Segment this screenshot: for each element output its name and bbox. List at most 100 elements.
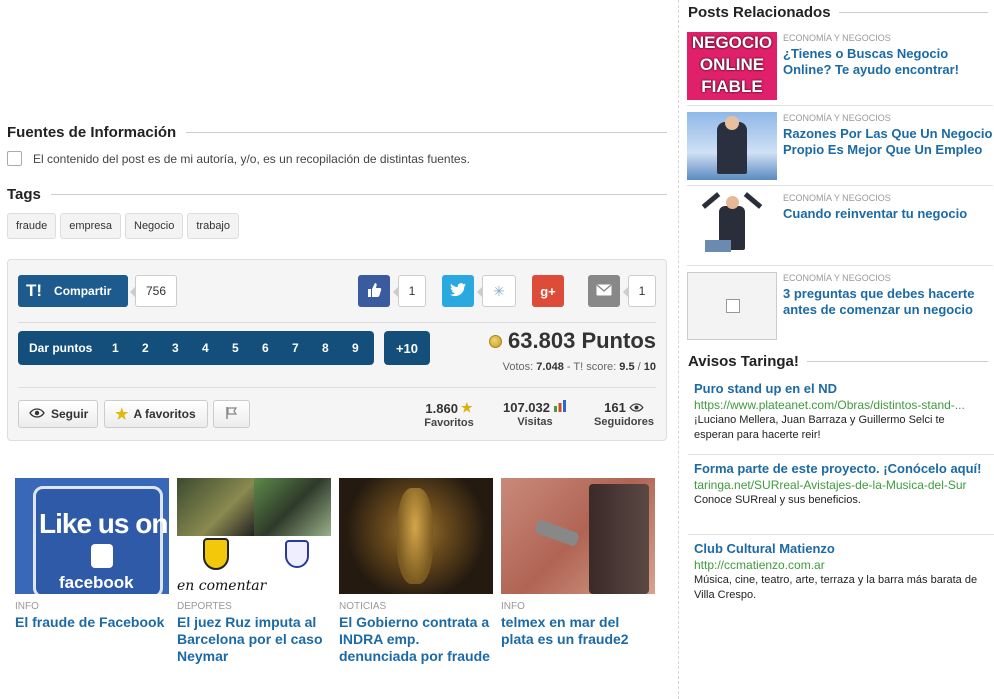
related-post-1[interactable]: NEGOCIO ONLINE FIABLE ECONOMÍA Y NEGOCIO… [687, 32, 993, 100]
ad-url[interactable]: http://ccmatienzo.com.ar [694, 558, 984, 572]
points-2-button[interactable]: 2 [130, 341, 160, 355]
points-7-button[interactable]: 7 [280, 341, 310, 355]
email-share-button[interactable] [588, 275, 620, 307]
follow-button[interactable]: Seguir [18, 400, 98, 428]
related-title[interactable]: Cuando reinventar tu negocio [783, 206, 967, 222]
google-plus-icon: g+ [540, 283, 556, 299]
fuentes-checkbox-row[interactable]: El contenido del post es de mi autoría, … [7, 151, 470, 166]
star-plus-icon: ★ [460, 400, 473, 415]
card-title[interactable]: El fraude de Facebook [15, 614, 169, 631]
facebook-count: 1 [393, 275, 426, 307]
eye-icon [29, 407, 45, 421]
score-value: 9.5 [619, 361, 635, 373]
ads-title-text: Avisos Taringa! [688, 353, 799, 370]
twitter-bird-icon [450, 282, 466, 300]
facebook-like-button[interactable] [358, 275, 390, 307]
card-gobierno-indra[interactable]: NOTICIAS El Gobierno contrata a INDRA em… [339, 478, 493, 665]
points-plus10-button[interactable]: +10 [384, 331, 430, 365]
favorite-label: A favoritos [133, 407, 196, 421]
ad-url[interactable]: taringa.net/SURreal-Avistajes-de-la-Musi… [694, 478, 984, 492]
card-image-caption: en comentar [177, 578, 267, 594]
give-points-bar: Dar puntos 1 2 3 4 5 6 7 8 9 [18, 331, 374, 365]
ad-description: Música, cine, teatro, arte, terraza y la… [694, 574, 978, 601]
points-1-button[interactable]: 1 [100, 341, 130, 355]
twitter-count-loading: ✳ [477, 275, 516, 307]
tags-list: fraude empresa Negocio trabajo [7, 213, 239, 239]
card-title[interactable]: El juez Ruz imputa al Barcelona por el c… [177, 614, 331, 665]
related-title[interactable]: Razones Por Las Que Un Negocio Propio Es… [783, 126, 993, 158]
stat-favoritos: 1.860 ★ Favoritos [418, 400, 480, 429]
related-posts-title: Posts Relacionados [688, 4, 988, 21]
tag-fraude[interactable]: fraude [7, 213, 57, 239]
card-telmex[interactable]: INFO telmex en mar del plata es un fraud… [501, 478, 655, 665]
points-4-button[interactable]: 4 [190, 341, 220, 355]
related-separator [687, 265, 993, 266]
ad-title[interactable]: Forma parte de este proyecto. ¡Conócelo … [694, 461, 984, 477]
taringa-share-button[interactable]: T! Compartir [18, 275, 128, 307]
google-plus-button[interactable]: g+ [532, 275, 564, 307]
related-cards: Like us on facebook INFO El fraude de Fa… [15, 478, 655, 665]
related-thumb-broken-image [687, 272, 777, 340]
related-post-2[interactable]: ECONOMÍA Y NEGOCIOS Razones Por Las Que … [687, 112, 993, 180]
points-9-button[interactable]: 9 [340, 341, 370, 355]
fuentes-section-title: Fuentes de Información [7, 124, 667, 141]
points-total: 63.803 Puntos [489, 328, 656, 354]
related-category: ECONOMÍA Y NEGOCIOS [783, 33, 891, 43]
follow-label: Seguir [51, 407, 89, 421]
ad-1[interactable]: Puro stand up en el ND https://www.plate… [694, 381, 984, 443]
points-total-value: 63.803 Puntos [508, 328, 656, 353]
points-5-button[interactable]: 5 [220, 341, 250, 355]
bar-chart-icon [553, 400, 567, 415]
card-image-statue [339, 478, 493, 594]
flag-icon [225, 406, 239, 423]
thumb-text: NEGOCIO ONLINE FIABLE [691, 33, 773, 96]
twitter-button[interactable] [442, 275, 474, 307]
card-category: INFO [501, 601, 525, 612]
post-actions-box: T! Compartir 7 56 1 ✳ g+ 1 Dar puntos 1 2… [7, 259, 667, 441]
card-category: DEPORTES [177, 601, 232, 612]
give-points-label: Dar puntos [29, 341, 93, 355]
ad-3[interactable]: Club Cultural Matienzo http://ccmatienzo… [694, 541, 984, 603]
related-post-4[interactable]: ECONOMÍA Y NEGOCIOS 3 preguntas que debe… [687, 272, 993, 340]
card-title[interactable]: El Gobierno contrata a INDRA emp. denunc… [339, 614, 493, 665]
penarol-badge-icon [203, 538, 229, 570]
tag-trabajo[interactable]: trabajo [187, 213, 239, 239]
envelope-icon [596, 283, 612, 299]
card-title[interactable]: telmex en mar del plata es un fraude2 [501, 614, 655, 648]
related-separator [687, 105, 993, 106]
authorship-checkbox[interactable] [7, 151, 22, 166]
seguidores-value: 161 [604, 400, 626, 415]
card-category: INFO [15, 601, 39, 612]
ad-separator [688, 454, 994, 455]
related-thumb-money [687, 112, 777, 180]
points-6-button[interactable]: 6 [250, 341, 280, 355]
stat-visitas: 107.032 Visitas [496, 400, 574, 428]
thumbs-up-icon [366, 282, 382, 301]
points-3-button[interactable]: 3 [160, 341, 190, 355]
authorship-checkbox-label: El contenido del post es de mi autoría, … [33, 151, 470, 166]
tag-empresa[interactable]: empresa [60, 213, 121, 239]
related-thumb-negocio-online: NEGOCIO ONLINE FIABLE [687, 32, 777, 100]
tag-negocio[interactable]: Negocio [125, 213, 184, 239]
loading-spinner-icon: ✳ [493, 282, 505, 299]
ad-2[interactable]: Forma parte de este proyecto. ¡Conócelo … [694, 461, 984, 508]
main-column: Fuentes de Información El contenido del … [7, 0, 667, 699]
card-juez-ruz[interactable]: en comentar DEPORTES El juez Ruz imputa … [177, 478, 331, 665]
ad-title[interactable]: Puro stand up en el ND [694, 381, 984, 397]
coin-icon [489, 334, 503, 348]
related-title[interactable]: 3 preguntas que debes hacerte antes de c… [783, 286, 993, 318]
ad-url[interactable]: https://www.plateanet.com/Obras/distinto… [694, 398, 984, 412]
points-8-button[interactable]: 8 [310, 341, 340, 355]
card-category: NOTICIAS [339, 601, 387, 612]
stat-seguidores: 161 Seguidores [590, 400, 658, 428]
visitas-value: 107.032 [503, 400, 550, 415]
ads-title: Avisos Taringa! [688, 353, 988, 370]
eye-small-icon [629, 400, 644, 415]
report-button[interactable] [213, 400, 250, 428]
favorite-button[interactable]: ★ A favoritos [104, 400, 208, 428]
related-post-3[interactable]: ECONOMÍA Y NEGOCIOS Cuando reinventar tu… [687, 192, 993, 260]
ad-title[interactable]: Club Cultural Matienzo [694, 541, 984, 557]
ad-description: ¡Luciano Mellera, Juan Barraza y Guiller… [694, 414, 945, 441]
card-fraude-facebook[interactable]: Like us on facebook INFO El fraude de Fa… [15, 478, 169, 665]
related-title[interactable]: ¿Tienes o Buscas Negocio Online? Te ayud… [783, 46, 993, 78]
